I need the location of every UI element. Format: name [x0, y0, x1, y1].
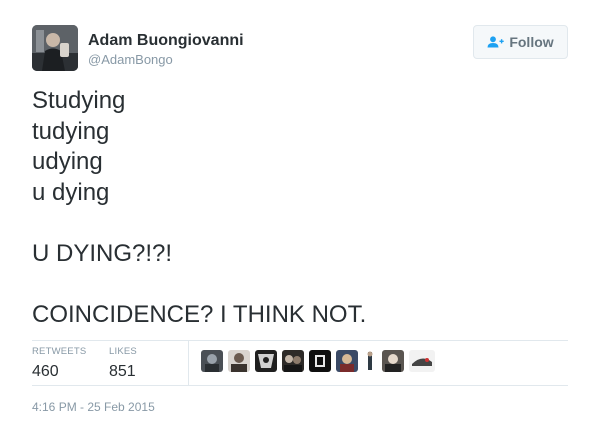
follow-button[interactable]: Follow — [473, 25, 568, 59]
tweet-line: tudying — [32, 117, 110, 145]
liker-avatar[interactable] — [282, 350, 304, 372]
likers-avatars — [201, 350, 435, 374]
liker-avatar[interactable] — [309, 350, 331, 372]
tweet-line: U DYING?!?! — [32, 239, 173, 267]
tweet-line: u dying — [32, 178, 110, 206]
author-avatar[interactable] — [32, 25, 78, 71]
follow-button-label: Follow — [509, 34, 554, 50]
tweet-line: udying — [32, 148, 103, 175]
liker-avatar[interactable] — [336, 350, 358, 372]
likes-stat[interactable]: LIKES 851 — [109, 346, 137, 382]
retweets-label: RETWEETS — [32, 346, 87, 357]
liker-avatar[interactable] — [382, 350, 404, 372]
tweet-line: COINCIDENCE? I THINK NOT. — [32, 300, 367, 328]
author-handle[interactable]: @AdamBongo — [88, 52, 173, 68]
stats-bottom-divider — [32, 385, 568, 386]
add-user-icon — [487, 36, 505, 48]
avatar-photo — [32, 25, 78, 71]
tweet-line — [32, 208, 572, 239]
tweet-text: Studying tudying udying u dying U DYING?… — [32, 86, 572, 330]
liker-avatar[interactable] — [409, 350, 435, 372]
tweet-timestamp[interactable]: 4:16 PM - 25 Feb 2015 — [32, 400, 155, 414]
likes-count: 851 — [109, 363, 136, 380]
liker-avatar[interactable] — [363, 350, 377, 372]
stats-separator — [188, 341, 189, 385]
tweet-card: Adam Buongiovanni @AdamBongo Follow Stud… — [0, 0, 600, 423]
tweet-line — [32, 269, 572, 300]
liker-avatar[interactable] — [228, 350, 250, 372]
tweet-line: Studying — [32, 87, 126, 114]
retweets-stat[interactable]: RETWEETS 460 — [32, 346, 86, 382]
likes-label: LIKES — [109, 346, 137, 357]
stats-top-divider — [32, 340, 568, 341]
author-display-name[interactable]: Adam Buongiovanni — [88, 32, 244, 50]
retweets-count: 460 — [32, 363, 59, 380]
liker-avatar[interactable] — [201, 350, 223, 372]
liker-avatar[interactable] — [255, 350, 277, 372]
